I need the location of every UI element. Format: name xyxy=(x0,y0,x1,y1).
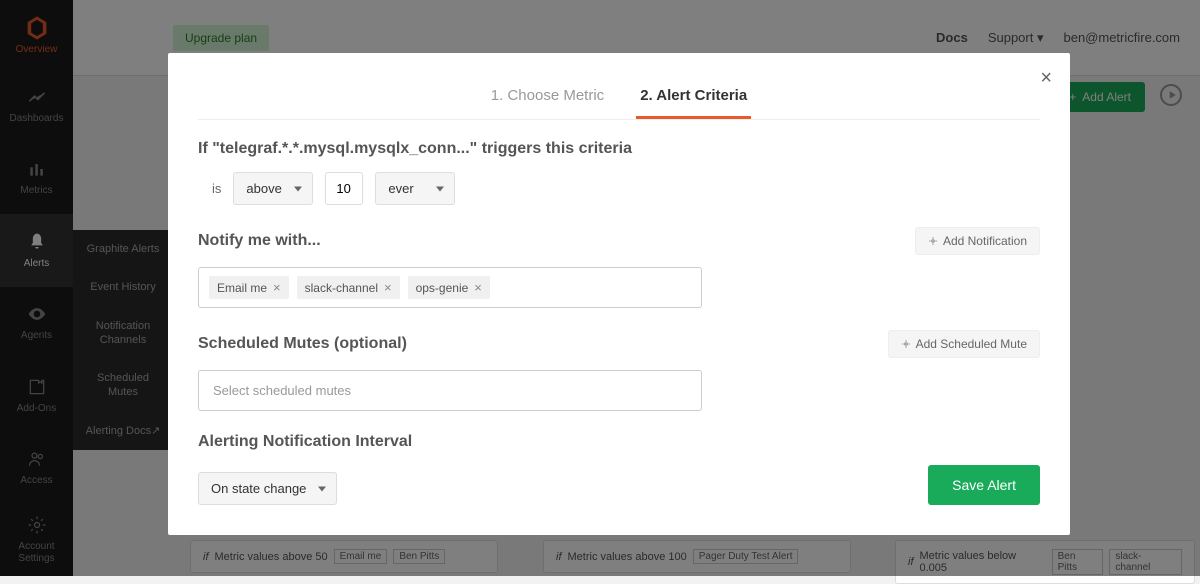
chip-label: Email me xyxy=(217,281,267,295)
chip-email-me: Email me × xyxy=(209,276,289,299)
add-mute-label: Add Scheduled Mute xyxy=(916,337,1027,351)
chip-slack-channel: slack-channel × xyxy=(297,276,400,299)
mutes-heading: Scheduled Mutes (optional) xyxy=(198,335,407,353)
interval-select[interactable]: On state change xyxy=(198,472,337,505)
gear-icon xyxy=(901,339,911,349)
notification-chip-input[interactable]: Email me × slack-channel × ops-genie × xyxy=(198,267,702,308)
notify-heading: Notify me with... xyxy=(198,232,321,250)
close-icon[interactable]: × xyxy=(1040,67,1052,90)
interval-heading: Alerting Notification Interval xyxy=(198,433,1040,451)
tab-choose-metric[interactable]: 1. Choose Metric xyxy=(487,75,608,119)
save-alert-button[interactable]: Save Alert xyxy=(928,465,1040,505)
chip-remove-icon[interactable]: × xyxy=(384,280,392,295)
modal-tabs: 1. Choose Metric 2. Alert Criteria xyxy=(198,75,1040,120)
threshold-input[interactable] xyxy=(325,172,363,205)
add-notification-button[interactable]: Add Notification xyxy=(915,227,1040,255)
chip-ops-genie: ops-genie × xyxy=(408,276,490,299)
gear-icon xyxy=(928,236,938,246)
notification-text-input[interactable] xyxy=(498,276,691,299)
when-select[interactable]: ever xyxy=(375,172,455,205)
chip-remove-icon[interactable]: × xyxy=(273,280,281,295)
compare-select[interactable]: above xyxy=(233,172,313,205)
tab-alert-criteria[interactable]: 2. Alert Criteria xyxy=(636,75,751,119)
add-notification-label: Add Notification xyxy=(943,234,1027,248)
is-label: is xyxy=(198,181,221,196)
criteria-heading: If "telegraf.*.*.mysql.mysqlx_conn..." t… xyxy=(198,140,1040,158)
chip-remove-icon[interactable]: × xyxy=(474,280,482,295)
add-scheduled-mute-button[interactable]: Add Scheduled Mute xyxy=(888,330,1040,358)
chip-label: slack-channel xyxy=(305,281,378,295)
scheduled-mutes-select[interactable]: Select scheduled mutes xyxy=(198,370,702,411)
chip-label: ops-genie xyxy=(416,281,469,295)
alert-criteria-modal: × 1. Choose Metric 2. Alert Criteria If … xyxy=(168,53,1070,535)
